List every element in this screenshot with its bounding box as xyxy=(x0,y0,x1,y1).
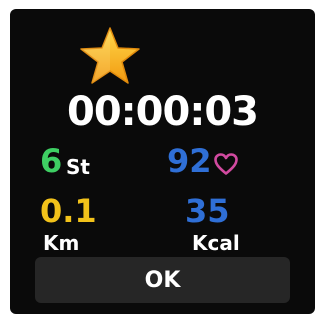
calories-unit: Kcal xyxy=(192,231,240,255)
distance-unit: Km xyxy=(43,231,80,255)
distance-value: 0.1 xyxy=(40,192,97,230)
steps-unit: St xyxy=(66,155,90,179)
heart-icon xyxy=(214,153,238,175)
device-frame: 00:00:03 6 St 92 0.1 Km 35 Kcal OK xyxy=(0,0,325,322)
ok-button[interactable]: OK xyxy=(35,257,290,303)
ok-button-label: OK xyxy=(144,267,181,293)
elapsed-time: 00:00:03 xyxy=(67,89,259,135)
heart-rate-value: 92 xyxy=(167,142,212,180)
watch-screen: 00:00:03 6 St 92 0.1 Km 35 Kcal OK xyxy=(10,9,315,314)
star-icon xyxy=(80,27,140,84)
calories-value: 35 xyxy=(185,192,230,230)
steps-value: 6 xyxy=(40,142,63,180)
